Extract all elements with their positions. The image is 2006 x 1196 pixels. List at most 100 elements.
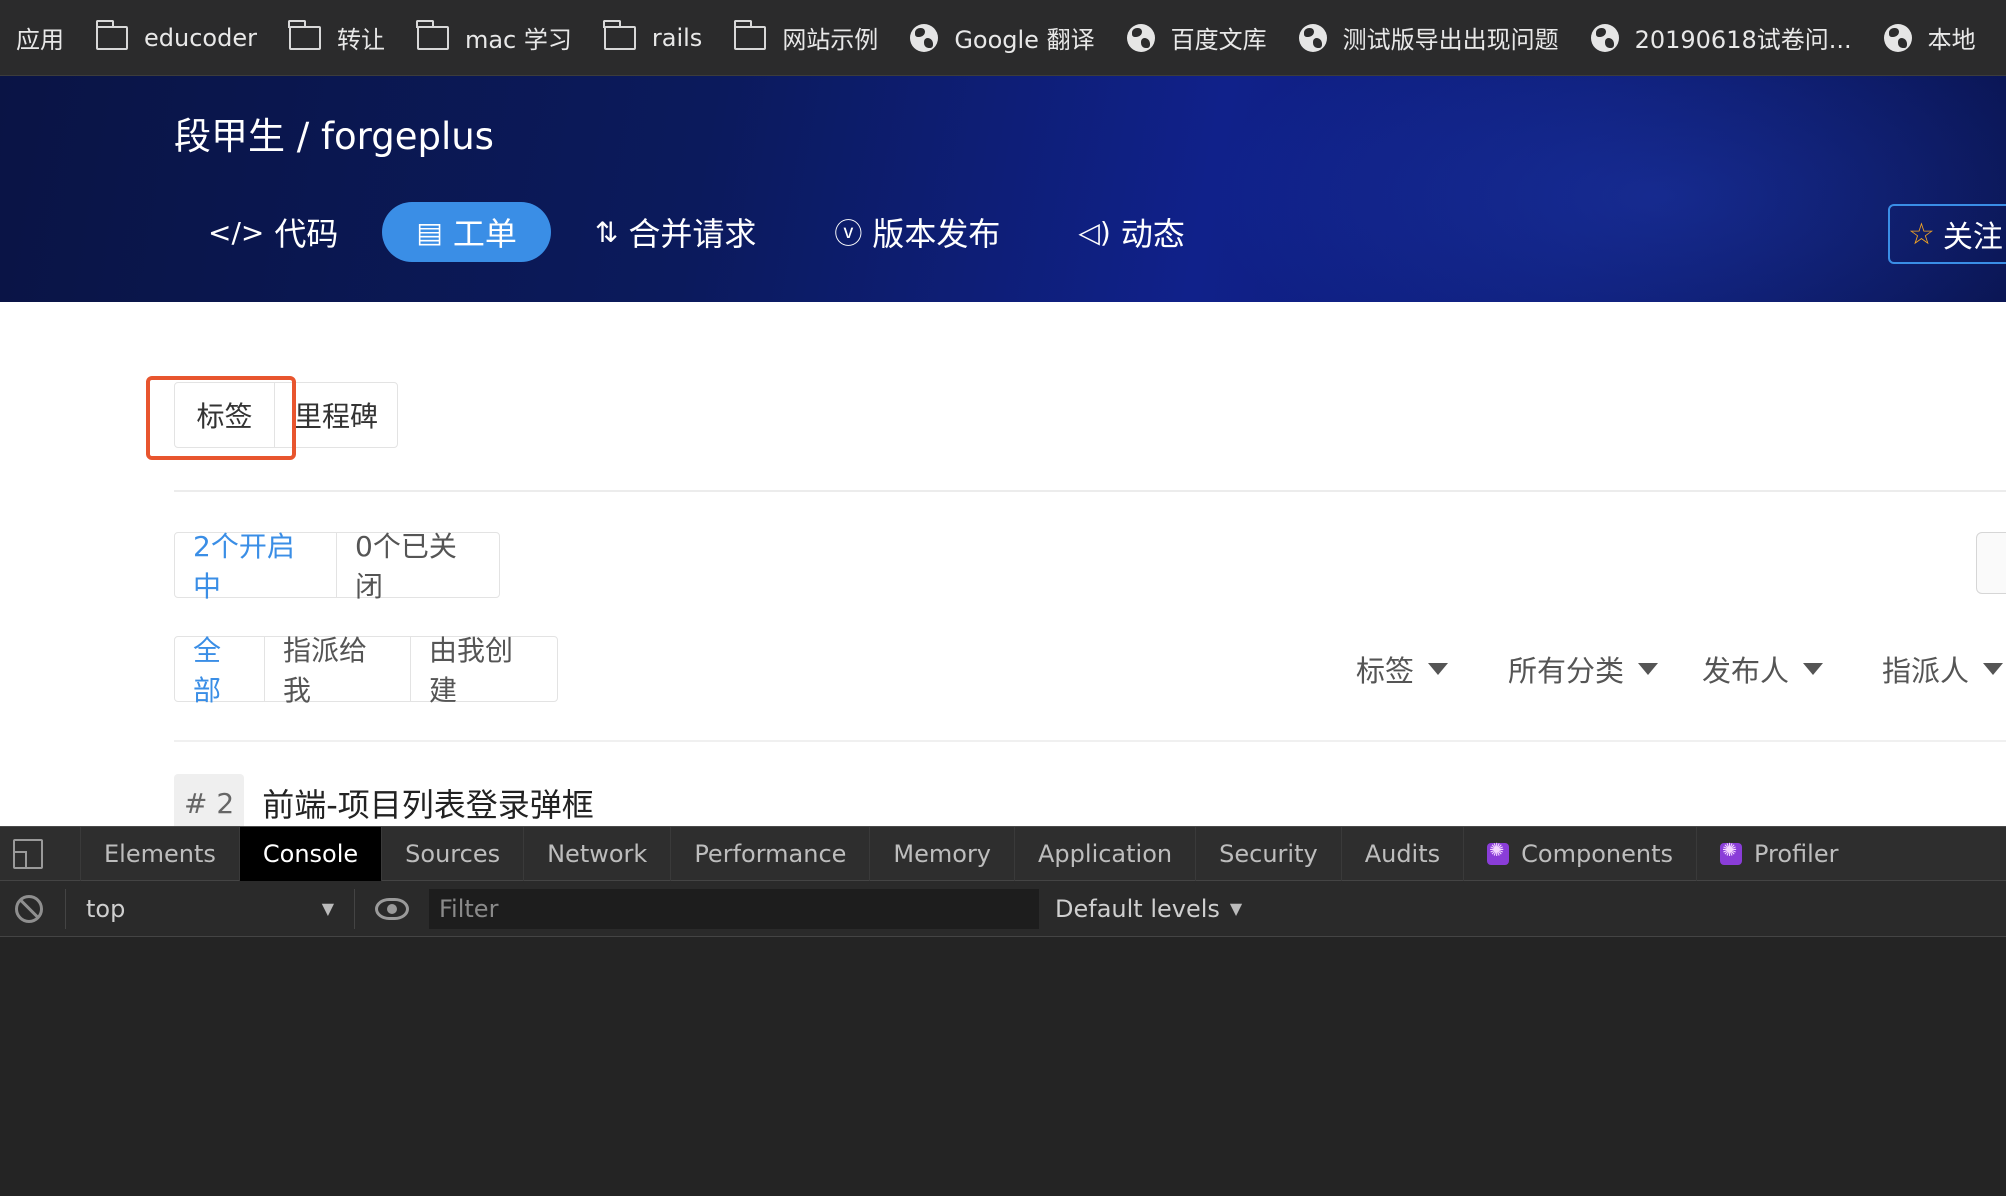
bookmark-test-export[interactable]: 测试版导出出现问题 (1298, 0, 1559, 75)
devtools-tab-components-label: Components (1521, 839, 1673, 868)
repo-header: 段甲生 / forgeplus </> 代码 ▤ 工单 ⇅ 合并请求 ⓥ 版本发… (0, 76, 2006, 302)
nav-activity[interactable]: ◁) 动态 (1044, 202, 1218, 262)
dropdown-triangle-icon: ▼ (1229, 899, 1243, 918)
filter-category[interactable]: 所有分类 (1508, 648, 1659, 690)
bookmark-transfer[interactable]: 转让 (288, 0, 385, 75)
issue-title[interactable]: 前端-项目列表登录弹框 (262, 780, 594, 826)
nav-code[interactable]: </> 代码 (174, 202, 372, 262)
devtools-tab-elements[interactable]: Elements (80, 826, 239, 881)
tab-labels[interactable]: 标签 (175, 383, 275, 447)
bookmark-label: 本地 (1927, 26, 1976, 54)
caret-down-icon (1638, 663, 1659, 675)
eye-icon[interactable] (375, 897, 409, 920)
console-output[interactable] (0, 937, 2006, 1196)
log-levels-select[interactable]: Default levels ▼ (1055, 895, 1242, 923)
nav-code-label: 代码 (274, 215, 339, 253)
bookmark-baidu-wenku[interactable]: 百度文库 (1126, 0, 1267, 75)
devtools-tab-console[interactable]: Console (238, 826, 382, 881)
bookmark-educoder[interactable]: educoder (95, 0, 257, 75)
filter-assignee-text: 指派人 (1882, 654, 1970, 688)
issue-number: # 2 (174, 774, 245, 832)
repo-title[interactable]: 段甲生 / forgeplus (174, 106, 494, 160)
device-toolbar-toggle[interactable] (0, 827, 56, 881)
bookmark-google-translate[interactable]: Google 翻译 (910, 0, 1095, 75)
bookmark-label: 百度文库 (1170, 26, 1267, 54)
devtools-tab-performance[interactable]: Performance (670, 826, 869, 881)
bookmark-exam-issue[interactable]: 20190618试卷问... (1590, 0, 1852, 75)
search-button[interactable] (1976, 532, 2006, 594)
bookmark-local[interactable]: 本地 (1883, 0, 1976, 75)
device-toggle-icon (13, 838, 43, 869)
bookmark-label: 网站示例 (782, 26, 879, 54)
dropdown-triangle-icon: ▼ (321, 899, 334, 918)
filter-author-text: 发布人 (1702, 654, 1790, 688)
bookmark-label: 应用 (16, 26, 64, 54)
bookmark-label: educoder (144, 23, 257, 52)
react-icon (1719, 840, 1742, 865)
divider (174, 490, 2006, 492)
issues-subtabs: 标签 里程碑 (174, 382, 398, 448)
globe-icon (1883, 23, 1912, 52)
scope-tabs: 全部 指派给我 由我创建 (174, 634, 558, 707)
devtools-tabbar: Elements Console Sources Network Perform… (0, 826, 2006, 881)
bookmark-mac-study[interactable]: mac 学习 (416, 0, 572, 75)
devtools-tab-application[interactable]: Application (1014, 826, 1195, 881)
nav-pulls-label: 合并请求 (628, 215, 757, 253)
caret-down-icon (1428, 663, 1449, 675)
globe-icon (1298, 23, 1327, 52)
tab-open[interactable]: 2个开启中 (175, 530, 337, 603)
devtools-tab-sources[interactable]: Sources (381, 826, 523, 881)
issue-row[interactable]: # 2 前端-项目列表登录弹框 (174, 774, 594, 832)
react-icon (1487, 840, 1510, 865)
tab-assigned-to-me[interactable]: 指派给我 (265, 634, 411, 707)
release-icon: ⓥ (834, 217, 863, 250)
devtools-tab-audits[interactable]: Audits (1340, 826, 1463, 881)
console-filter-input[interactable] (429, 888, 1039, 929)
clear-console-icon[interactable] (15, 894, 43, 923)
context-select[interactable]: top ▼ (65, 888, 355, 929)
filter-author[interactable]: 发布人 (1702, 648, 1824, 690)
nav-activity-label: 动态 (1120, 215, 1185, 253)
devtools-tab-memory[interactable]: Memory (869, 826, 1014, 881)
devtools-tab-profiler[interactable]: Profiler (1695, 826, 1862, 881)
divider (174, 740, 2006, 742)
devtools-tab-components[interactable]: Components (1463, 826, 1696, 881)
folder-icon (95, 19, 128, 50)
folder-icon (288, 19, 321, 50)
clipboard-icon: ▤ (416, 215, 443, 249)
nav-issues[interactable]: ▤ 工单 (382, 202, 551, 262)
tab-created-by-me[interactable]: 由我创建 (411, 634, 557, 707)
tab-closed[interactable]: 0个已关闭 (337, 530, 499, 603)
speaker-icon: ◁) (1078, 215, 1111, 249)
bookmark-apps[interactable]: 应用 (16, 0, 64, 75)
tab-milestones[interactable]: 里程碑 (275, 383, 397, 447)
nav-releases[interactable]: ⓥ 版本发布 (800, 202, 1034, 262)
follow-label: 关注 (1942, 220, 2003, 255)
nav-pulls[interactable]: ⇅ 合并请求 (561, 202, 790, 262)
devtools-tab-network[interactable]: Network (523, 826, 670, 881)
filter-assignee[interactable]: 指派人 (1882, 648, 2004, 690)
devtools-tab-security[interactable]: Security (1195, 826, 1341, 881)
tab-all[interactable]: 全部 (175, 634, 265, 707)
nav-releases-label: 版本发布 (872, 215, 1001, 253)
follow-button[interactable]: ☆ 关注 (1888, 204, 2006, 264)
code-icon: </> (208, 215, 265, 249)
globe-icon (1590, 23, 1619, 52)
context-value: top (86, 894, 126, 923)
caret-down-icon (1803, 663, 1824, 675)
merge-icon: ⇅ (594, 215, 619, 249)
star-icon: ☆ (1908, 216, 1935, 252)
bookmark-label: Google 翻译 (954, 26, 1095, 54)
log-levels-label: Default levels (1055, 894, 1220, 923)
bookmark-label: mac 学习 (464, 26, 572, 54)
caret-down-icon (1983, 663, 2004, 675)
console-toolbar: top ▼ Default levels ▼ (0, 881, 2006, 937)
folder-icon (603, 19, 636, 50)
bookmark-site-examples[interactable]: 网站示例 (733, 0, 879, 75)
bookmark-label: 转让 (336, 26, 385, 54)
nav-issues-label: 工单 (452, 215, 517, 253)
bookmarks-bar: 应用 educoder 转让 mac 学习 rails 网站示例 Google … (0, 0, 2006, 76)
globe-icon (1126, 23, 1155, 52)
filter-label[interactable]: 标签 (1356, 648, 1449, 690)
bookmark-rails[interactable]: rails (603, 0, 702, 75)
